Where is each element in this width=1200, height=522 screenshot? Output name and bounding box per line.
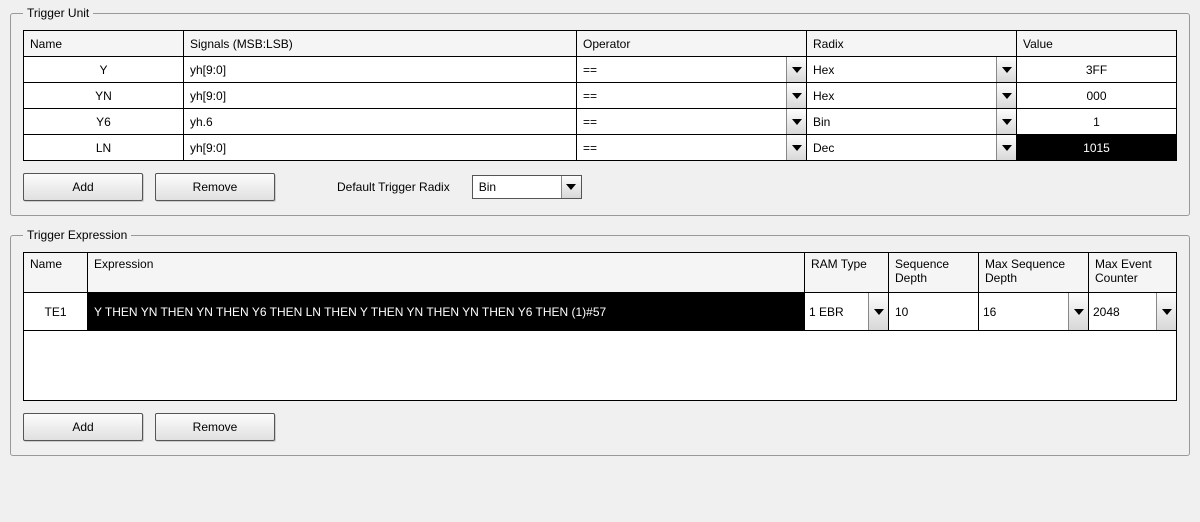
chevron-down-icon[interactable] xyxy=(868,293,888,330)
trigger-unit-fieldset: Trigger Unit Name Signals (MSB:LSB) Oper… xyxy=(10,6,1190,216)
tu-operator-value: == xyxy=(577,115,786,129)
tu-radix-value: Hex xyxy=(807,63,996,77)
trigger-expression-table: Name Expression RAM Type Sequence Depth … xyxy=(23,252,1177,331)
chevron-down-icon[interactable] xyxy=(786,57,806,82)
te-seq-depth-cell[interactable]: 10 xyxy=(889,293,979,331)
te-button-row: Add Remove xyxy=(23,413,1177,441)
default-radix-label: Default Trigger Radix xyxy=(337,180,450,194)
tu-add-button[interactable]: Add xyxy=(23,173,143,201)
tu-signals-cell[interactable]: yh[9:0] xyxy=(184,135,577,161)
tu-radix-combo[interactable]: Dec xyxy=(807,135,1017,161)
tu-header-value: Value xyxy=(1017,31,1177,57)
tu-radix-value: Hex xyxy=(807,89,996,103)
default-radix-value: Bin xyxy=(473,176,561,198)
chevron-down-icon[interactable] xyxy=(1156,293,1176,330)
te-empty-area xyxy=(23,331,1177,401)
tu-operator-value: == xyxy=(577,141,786,155)
tu-value-cell[interactable]: 000 xyxy=(1017,83,1177,109)
tu-value-cell[interactable]: 1015 xyxy=(1017,135,1177,161)
tu-header-radix: Radix xyxy=(807,31,1017,57)
trigger-expression-fieldset: Trigger Expression Name Expression RAM T… xyxy=(10,228,1190,456)
tu-header-operator: Operator xyxy=(577,31,807,57)
chevron-down-icon[interactable] xyxy=(1068,293,1088,330)
trigger-unit-legend: Trigger Unit xyxy=(23,6,93,20)
tu-row: LN yh[9:0] == Dec 1015 xyxy=(24,135,1177,161)
tu-header-signals: Signals (MSB:LSB) xyxy=(184,31,577,57)
tu-row: YN yh[9:0] == Hex 000 xyxy=(24,83,1177,109)
te-header-max-event-counter: Max Event Counter xyxy=(1089,253,1177,293)
default-radix-combo[interactable]: Bin xyxy=(472,175,582,199)
chevron-down-icon[interactable] xyxy=(996,83,1016,108)
tu-operator-combo[interactable]: == xyxy=(577,135,807,161)
te-add-button[interactable]: Add xyxy=(23,413,143,441)
tu-signals-cell[interactable]: yh[9:0] xyxy=(184,83,577,109)
tu-radix-value: Bin xyxy=(807,115,996,129)
tu-name-cell[interactable]: YN xyxy=(24,83,184,109)
chevron-down-icon[interactable] xyxy=(996,109,1016,134)
chevron-down-icon[interactable] xyxy=(786,83,806,108)
tu-signals-cell[interactable]: yh[9:0] xyxy=(184,57,577,83)
te-header-name: Name xyxy=(24,253,88,293)
te-header-ram-type: RAM Type xyxy=(805,253,889,293)
tu-name-cell[interactable]: Y xyxy=(24,57,184,83)
tu-operator-combo[interactable]: == xyxy=(577,57,807,83)
tu-radix-combo[interactable]: Bin xyxy=(807,109,1017,135)
te-header-seq-depth: Sequence Depth xyxy=(889,253,979,293)
te-max-event-counter-value: 2048 xyxy=(1089,305,1156,319)
te-name-cell[interactable]: TE1 xyxy=(24,293,88,331)
tu-row: Y yh[9:0] == Hex 3FF xyxy=(24,57,1177,83)
trigger-unit-table: Name Signals (MSB:LSB) Operator Radix Va… xyxy=(23,30,1177,161)
te-max-event-counter-combo[interactable]: 2048 xyxy=(1089,293,1177,331)
chevron-down-icon[interactable] xyxy=(561,176,581,198)
tu-signals-cell[interactable]: yh.6 xyxy=(184,109,577,135)
te-remove-button[interactable]: Remove xyxy=(155,413,275,441)
te-max-seq-depth-value: 16 xyxy=(979,305,1068,319)
tu-operator-combo[interactable]: == xyxy=(577,83,807,109)
tu-remove-button[interactable]: Remove xyxy=(155,173,275,201)
tu-name-cell[interactable]: Y6 xyxy=(24,109,184,135)
tu-radix-combo[interactable]: Hex xyxy=(807,57,1017,83)
tu-header-name: Name xyxy=(24,31,184,57)
tu-operator-value: == xyxy=(577,89,786,103)
te-header-expression: Expression xyxy=(88,253,805,293)
te-max-seq-depth-combo[interactable]: 16 xyxy=(979,293,1089,331)
tu-operator-value: == xyxy=(577,63,786,77)
chevron-down-icon[interactable] xyxy=(996,135,1016,160)
te-expression-cell[interactable]: Y THEN YN THEN YN THEN Y6 THEN LN THEN Y… xyxy=(88,293,805,331)
tu-operator-combo[interactable]: == xyxy=(577,109,807,135)
te-header-max-seq-depth: Max Sequence Depth xyxy=(979,253,1089,293)
te-row: TE1 Y THEN YN THEN YN THEN Y6 THEN LN TH… xyxy=(24,293,1177,331)
tu-name-cell[interactable]: LN xyxy=(24,135,184,161)
chevron-down-icon[interactable] xyxy=(786,109,806,134)
te-ram-type-value: 1 EBR xyxy=(805,305,868,319)
chevron-down-icon[interactable] xyxy=(996,57,1016,82)
chevron-down-icon[interactable] xyxy=(786,135,806,160)
tu-radix-value: Dec xyxy=(807,141,996,155)
te-ram-type-combo[interactable]: 1 EBR xyxy=(805,293,889,331)
tu-value-cell[interactable]: 1 xyxy=(1017,109,1177,135)
tu-radix-combo[interactable]: Hex xyxy=(807,83,1017,109)
trigger-expression-legend: Trigger Expression xyxy=(23,228,131,242)
tu-value-cell[interactable]: 3FF xyxy=(1017,57,1177,83)
tu-row: Y6 yh.6 == Bin 1 xyxy=(24,109,1177,135)
tu-button-row: Add Remove Default Trigger Radix Bin xyxy=(23,173,1177,201)
